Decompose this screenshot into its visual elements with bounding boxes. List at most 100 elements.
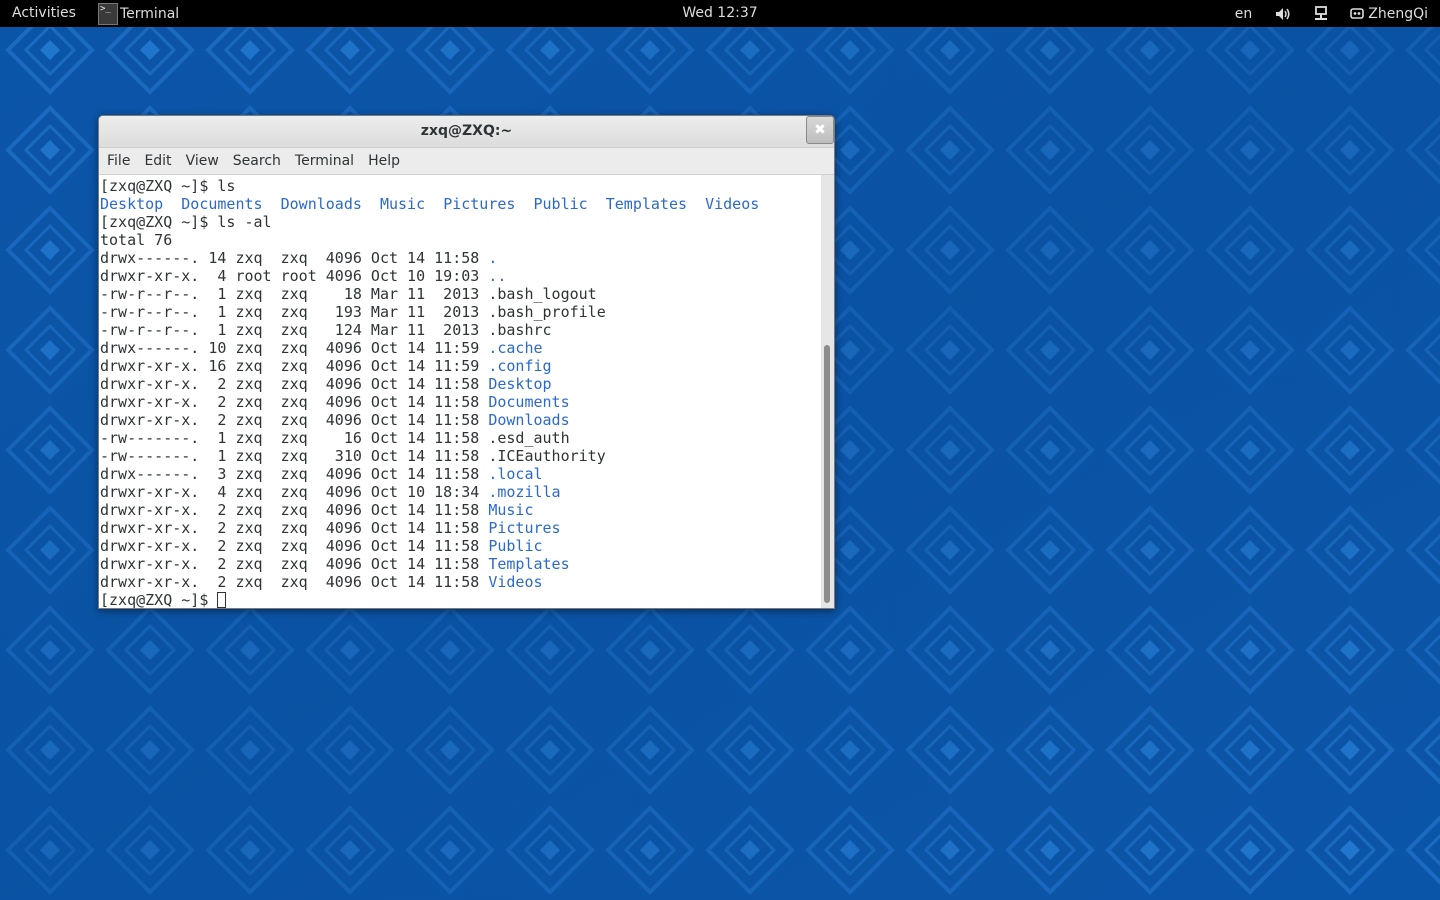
terminal-text: drwxr-xr-x. 2 zxq zxq 4096 Oct 14 11:58	[100, 375, 489, 393]
terminal-text: drwxr-xr-x. 2 zxq zxq 4096 Oct 14 11:58	[100, 519, 489, 537]
terminal-line: drwxr-xr-x. 2 zxq zxq 4096 Oct 14 11:58 …	[100, 555, 821, 573]
terminal-line: Desktop Documents Downloads Music Pictur…	[100, 195, 821, 213]
terminal-entry-name: .cache	[488, 339, 543, 357]
terminal-text: drwx------. 3 zxq zxq 4096 Oct 14 11:58	[100, 465, 489, 483]
window-title: zxq@ZXQ:~	[420, 123, 513, 139]
terminal-line: -rw-------. 1 zxq zxq 16 Oct 14 11:58 .e…	[100, 429, 821, 447]
menu-search[interactable]: Search	[225, 153, 287, 169]
terminal-line: drwxr-xr-x. 16 zxq zxq 4096 Oct 14 11:59…	[100, 357, 821, 375]
top-bar: Activities >_ Terminal Wed 12:37 en Zhen…	[0, 0, 1440, 27]
system-tray: en ZhengQi	[1235, 0, 1428, 27]
terminal-line: total 76	[100, 231, 821, 249]
scrollbar[interactable]	[821, 175, 834, 608]
terminal-cursor	[217, 592, 227, 608]
terminal-text: drwxr-xr-x. 2 zxq zxq 4096 Oct 14 11:58	[100, 573, 489, 591]
terminal-entry-name: Downloads	[488, 411, 570, 429]
terminal-prompt: [zxq@ZXQ ~]$	[100, 591, 218, 609]
menu-bar: File Edit View Search Terminal Help	[99, 148, 834, 175]
terminal-entry-name: Videos	[705, 195, 760, 213]
user-menu[interactable]: ZhengQi	[1350, 6, 1428, 22]
terminal-line: drwxr-xr-x. 4 root root 4096 Oct 10 19:0…	[100, 267, 821, 285]
close-icon: ✖	[814, 122, 826, 138]
terminal-line: drwx------. 3 zxq zxq 4096 Oct 14 11:58 …	[100, 465, 821, 483]
terminal-text: drwxr-xr-x. 4 root root 4096 Oct 10 19:0…	[100, 267, 489, 285]
terminal-prompt-line: [zxq@ZXQ ~]$	[100, 591, 821, 609]
terminal-entry-name: .local	[488, 465, 543, 483]
terminal-line: drwxr-xr-x. 2 zxq zxq 4096 Oct 14 11:58 …	[100, 375, 821, 393]
terminal-text: drwxr-xr-x. 16 zxq zxq 4096 Oct 14 11:59	[100, 357, 489, 375]
terminal-entry-name: Pictures	[488, 519, 561, 537]
terminal-text: -rw-------. 1 zxq zxq 310 Oct 14 11:58 .…	[100, 447, 606, 465]
terminal-text: drwxr-xr-x. 2 zxq zxq 4096 Oct 14 11:58	[100, 501, 489, 519]
close-button[interactable]: ✖	[806, 116, 834, 144]
app-menu-label: Terminal	[120, 5, 180, 22]
language-indicator[interactable]: en	[1235, 6, 1253, 22]
terminal-line: [zxq@ZXQ ~]$ ls -al	[100, 213, 821, 231]
terminal-text: -rw-r--r--. 1 zxq zxq 124 Mar 11 2013 .b…	[100, 321, 552, 339]
clock-container: Wed 12:37	[0, 5, 1440, 21]
terminal-entry-name: Templates	[488, 555, 570, 573]
terminal-text: [zxq@ZXQ ~]$ ls	[100, 177, 236, 195]
terminal-text: -rw-------. 1 zxq zxq 16 Oct 14 11:58 .e…	[100, 429, 570, 447]
terminal-entry-name: Public	[533, 195, 588, 213]
terminal-text: drwxr-xr-x. 2 zxq zxq 4096 Oct 14 11:58	[100, 411, 489, 429]
network-icon[interactable]	[1312, 5, 1330, 23]
terminal-entry-name: Downloads	[280, 195, 362, 213]
user-icon	[1350, 7, 1365, 19]
terminal-line: drwxr-xr-x. 4 zxq zxq 4096 Oct 10 18:34 …	[100, 483, 821, 501]
volume-icon[interactable]	[1274, 5, 1292, 23]
menu-view[interactable]: View	[178, 153, 225, 169]
terminal-text: drwx------. 14 zxq zxq 4096 Oct 14 11:58	[100, 249, 489, 267]
menu-terminal[interactable]: Terminal	[287, 153, 360, 169]
terminal-line: drwxr-xr-x. 2 zxq zxq 4096 Oct 14 11:58 …	[100, 411, 821, 429]
terminal-line: drwxr-xr-x. 2 zxq zxq 4096 Oct 14 11:58 …	[100, 393, 821, 411]
terminal-text: drwx------. 10 zxq zxq 4096 Oct 14 11:59	[100, 339, 489, 357]
terminal-text: total 76	[100, 231, 173, 249]
terminal-line: drwx------. 10 zxq zxq 4096 Oct 14 11:59…	[100, 339, 821, 357]
desktop: Activities >_ Terminal Wed 12:37 en Zhen…	[0, 0, 1440, 900]
terminal-text: -rw-r--r--. 1 zxq zxq 193 Mar 11 2013 .b…	[100, 303, 606, 321]
scrollbar-thumb[interactable]	[824, 345, 830, 603]
terminal-text: -rw-r--r--. 1 zxq zxq 18 Mar 11 2013 .ba…	[100, 285, 597, 303]
terminal-entry-name: .mozilla	[488, 483, 561, 501]
window-titlebar[interactable]: zxq@ZXQ:~ ✖	[99, 116, 834, 148]
terminal-entry-name: Public	[488, 537, 543, 555]
terminal-entry-name: Music	[379, 195, 426, 213]
terminal-entry-name: Videos	[488, 573, 543, 591]
menu-help[interactable]: Help	[360, 153, 406, 169]
terminal-entry-name: Desktop	[488, 375, 552, 393]
menu-file[interactable]: File	[99, 153, 136, 169]
terminal-entry-name: Templates	[605, 195, 688, 213]
terminal-line: drwxr-xr-x. 2 zxq zxq 4096 Oct 14 11:58 …	[100, 573, 821, 591]
terminal-output[interactable]: [zxq@ZXQ ~]$ ls Desktop Documents Downloa…	[99, 175, 821, 609]
activities-button[interactable]: Activities	[12, 5, 76, 21]
terminal-line: drwxr-xr-x. 2 zxq zxq 4096 Oct 14 11:58 …	[100, 501, 821, 519]
terminal-entry-name: .config	[488, 357, 552, 375]
app-menu[interactable]: >_ Terminal	[98, 0, 179, 27]
terminal-line: -rw-r--r--. 1 zxq zxq 193 Mar 11 2013 .b…	[100, 303, 821, 321]
menu-edit[interactable]: Edit	[136, 153, 177, 169]
terminal-text: drwxr-xr-x. 2 zxq zxq 4096 Oct 14 11:58	[100, 555, 489, 573]
terminal-text: drwxr-xr-x. 2 zxq zxq 4096 Oct 14 11:58	[100, 537, 489, 555]
terminal-line: drwxr-xr-x. 2 zxq zxq 4096 Oct 14 11:58 …	[100, 519, 821, 537]
terminal-text: [zxq@ZXQ ~]$ ls -al	[100, 213, 272, 231]
terminal-entry-name: ..	[488, 267, 507, 285]
terminal-entry-name: .	[488, 249, 498, 267]
terminal-line: -rw-------. 1 zxq zxq 310 Oct 14 11:58 .…	[100, 447, 821, 465]
terminal-line: -rw-r--r--. 1 zxq zxq 18 Mar 11 2013 .ba…	[100, 285, 821, 303]
terminal-entry-name: Documents	[181, 195, 263, 213]
terminal-entry-name: Pictures	[443, 195, 516, 213]
terminal-line: drwx------. 14 zxq zxq 4096 Oct 14 11:58…	[100, 249, 821, 267]
terminal-line: -rw-r--r--. 1 zxq zxq 124 Mar 11 2013 .b…	[100, 321, 821, 339]
terminal-entry-name: Music	[488, 501, 534, 519]
terminal-entry-name: Desktop	[100, 195, 164, 213]
terminal-entry-name: Documents	[488, 393, 570, 411]
terminal-text: drwxr-xr-x. 4 zxq zxq 4096 Oct 10 18:34	[100, 483, 489, 501]
clock[interactable]: Wed 12:37	[682, 5, 757, 21]
